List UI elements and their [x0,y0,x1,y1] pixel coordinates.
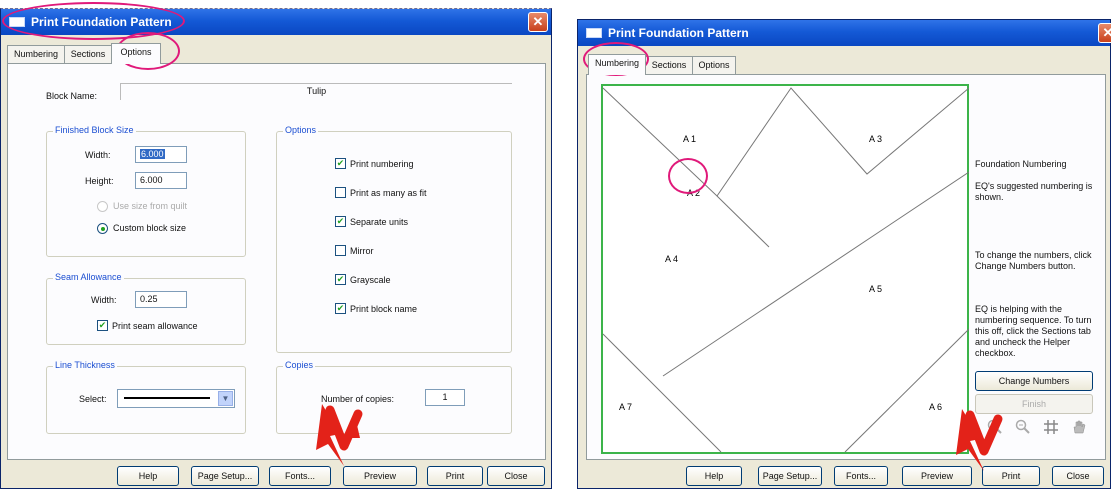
mirror-label: Mirror [350,246,374,256]
page-setup-button[interactable]: Page Setup... [758,466,822,486]
use-size-radio[interactable] [97,201,108,212]
width-value: 6.000 [140,149,165,159]
grayscale-label: Grayscale [350,275,391,285]
finished-block-size-group: Finished Block Size Width: 6.000 Height:… [46,125,246,257]
separate-units-checkbox[interactable]: ✔ [335,216,346,227]
print-as-many-label: Print as many as fit [350,188,427,198]
tab-options[interactable]: Options [111,43,161,64]
dialog-title: Print Foundation Pattern [608,26,749,40]
tab-sections[interactable]: Sections [64,45,112,63]
side-paragraph-2: To change the numbers, click Change Numb… [975,250,1092,271]
page-setup-button[interactable]: Page Setup... [191,466,259,486]
dialog-icon [586,28,602,38]
arrow-annotation-icon [956,409,1003,471]
print-numbering-label: Print numbering [350,159,414,169]
close-icon[interactable]: ✕ [528,12,548,32]
print-block-name-label: Print block name [350,304,418,314]
group-title: Copies [283,360,316,370]
close-button[interactable]: Close [1052,466,1104,486]
pan-hand-icon[interactable] [1071,419,1087,435]
a2-highlight-circle [668,158,708,194]
foundation-diagram: A 1 A 2 A 3 A 4 A 5 A 6 A 7 [601,84,969,454]
height-label: Height: [85,176,114,186]
mirror-checkbox[interactable] [335,245,346,256]
tab-numbering[interactable]: Numbering [588,54,646,75]
options-group: Options ✔ Print numbering Print as many … [276,125,512,353]
diagram-label-a5: A 5 [869,284,882,294]
diagram-label-a4: A 4 [665,254,678,264]
line-sample [124,397,210,399]
fonts-button[interactable]: Fonts... [834,466,888,486]
print-button[interactable]: Print [427,466,483,486]
seam-width-field[interactable]: 0.25 [135,291,187,308]
tab-sections[interactable]: Sections [645,56,693,74]
close-icon[interactable]: ✕ [1098,23,1111,43]
group-title: Line Thickness [53,360,117,370]
diagram-border [601,84,969,454]
group-title: Seam Allowance [53,272,124,282]
print-as-many-checkbox[interactable] [335,187,346,198]
print-foundation-dialog-options: Print Foundation Pattern ✕ Numbering Sec… [0,8,552,489]
print-numbering-checkbox[interactable]: ✔ [335,158,346,169]
arrow-annotation-icon [316,404,363,466]
close-button[interactable]: Close [487,466,545,486]
height-field[interactable]: 6.000 [135,172,187,189]
custom-size-label: Custom block size [113,223,187,233]
side-paragraph-1: EQ's suggested numbering is shown. [975,181,1093,202]
line-thickness-select[interactable]: ▼ [117,389,235,408]
grayscale-checkbox[interactable]: ✔ [335,274,346,285]
chevron-down-icon[interactable]: ▼ [218,391,233,406]
use-size-label: Use size from quilt [113,201,188,211]
diagram-label-a7: A 7 [619,402,632,412]
tab-options[interactable]: Options [692,56,736,74]
print-block-name-checkbox[interactable]: ✔ [335,303,346,314]
side-paragraph-3: EQ is helping with the numbering sequenc… [975,304,1092,358]
select-label: Select: [79,394,107,404]
print-seam-allowance-checkbox[interactable]: ✔ [97,320,108,331]
block-name-field[interactable]: Tulip [120,83,512,100]
block-name-label: Block Name: [46,91,98,101]
help-button[interactable]: Help [117,466,179,486]
help-button[interactable]: Help [686,466,742,486]
print-foundation-dialog-numbering: Print Foundation Pattern ✕ Numbering Sec… [577,19,1111,489]
tab-numbering[interactable]: Numbering [7,45,65,63]
grid-icon[interactable] [1043,419,1059,435]
change-numbers-button[interactable]: Change Numbers [975,371,1093,391]
seam-width-label: Width: [91,295,117,305]
line-thickness-group: Line Thickness Select: ▼ [46,360,246,434]
diagram-label-a1: A 1 [683,134,696,144]
diagram-label-a3: A 3 [869,134,882,144]
numbering-panel: A 1 A 2 A 3 A 4 A 5 A 6 A 7 Foundation N… [586,74,1106,460]
width-label: Width: [85,150,111,160]
title-bar: Print Foundation Pattern ✕ [578,20,1111,46]
width-field[interactable]: 6.000 [135,146,187,163]
foundation-numbering-title: Foundation Numbering [975,159,1067,169]
print-seam-allowance-label: Print seam allowance [112,321,198,331]
custom-size-radio[interactable] [97,223,108,234]
seam-allowance-group: Seam Allowance Width: 0.25 ✔ Print seam … [46,272,246,345]
group-title: Options [283,125,319,135]
options-panel: Block Name: Tulip Finished Block Size Wi… [7,63,546,460]
separate-units-label: Separate units [350,217,409,227]
copies-field[interactable]: 1 [425,389,465,406]
group-title: Finished Block Size [53,125,136,135]
